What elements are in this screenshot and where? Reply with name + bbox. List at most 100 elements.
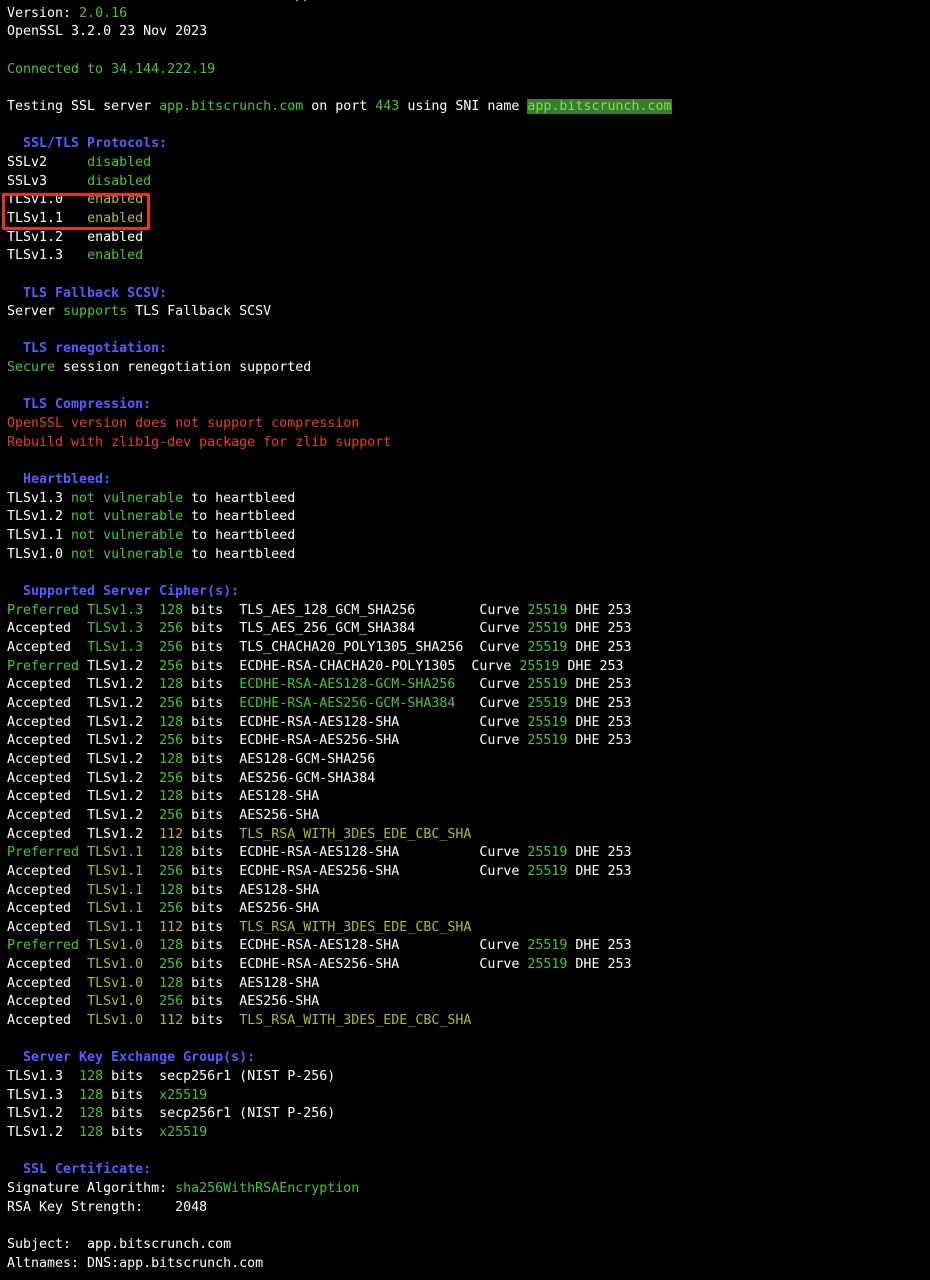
terminal-text: DHE 253 [567, 695, 632, 711]
terminal-text: bits TLS_CHACHA20_POLY1305_SHA256 Curve [183, 639, 528, 655]
terminal-text: disabled [87, 154, 152, 170]
terminal-text: TLSv1.3 [7, 490, 72, 506]
terminal-text: Accepted [7, 901, 88, 917]
terminal-text: 112 [159, 826, 184, 842]
terminal-text: TLSv1.3 [7, 248, 88, 264]
section-heading: TLS Fallback SCSV: [7, 285, 168, 301]
terminal-text: Accepted [7, 863, 88, 879]
terminal-line: TLSv1.3 enabled [7, 247, 927, 266]
terminal-text: to heartbleed [183, 546, 296, 562]
terminal-line: TLS Fallback SCSV: [7, 285, 927, 304]
terminal-text: Accepted [7, 957, 88, 973]
terminal-text: 25519 [527, 845, 568, 861]
terminal-text: TLSv1.2 [7, 509, 72, 525]
terminal-line: Accepted TLSv1.2 256 bits AES256-GCM-SHA… [7, 770, 927, 789]
terminal-line: Connected to 34.144.222.19 [7, 61, 927, 80]
terminal-line: TLSv1.1 not vulnerable to heartbleed [7, 527, 927, 546]
terminal-text: bits [183, 919, 240, 935]
terminal-line: Accepted TLSv1.2 128 bits ECDHE-RSA-AES1… [7, 676, 927, 695]
terminal-text: bits AES128-SHA [183, 789, 320, 805]
section-heading: Supported Server Cipher(s): [7, 584, 240, 599]
terminal-text: ECDHE-RSA-AES256-GCM-SHA384 [239, 695, 456, 711]
terminal-text: TLSv1.1 [87, 901, 144, 917]
terminal-line: Accepted TLSv1.2 256 bits ECDHE-RSA-AES2… [7, 732, 927, 751]
terminal-line: TLSv1.2 128 bits x25519 [7, 1124, 927, 1143]
terminal-line: OpenSSL version does not support compres… [7, 415, 927, 434]
terminal-text: 128 [159, 789, 184, 805]
section-heading: TLS renegotiation: [7, 341, 168, 357]
terminal-text: not vulnerable [71, 509, 184, 525]
terminal-text: Accepted [7, 882, 88, 898]
terminal-text: 25519 [527, 863, 568, 879]
terminal-text: TLSv1.2 [87, 695, 144, 711]
terminal-line: Preferred TLSv1.0 128 bits ECDHE-RSA-AES… [7, 937, 927, 956]
terminal-text: TLSv1.3 [87, 602, 144, 618]
terminal-text: bits secp256r1 (NIST P-256) [103, 1106, 336, 1122]
terminal-text: Curve [455, 677, 528, 693]
terminal-text: Secure [7, 360, 56, 376]
terminal-line: TLSv1.2 128 bits secp256r1 (NIST P-256) [7, 1105, 927, 1124]
terminal-text: Preferred [7, 602, 88, 618]
terminal-text: TLSv1.0 [7, 192, 88, 208]
terminal-text: Connected to 34.144.222.19 [7, 61, 216, 77]
terminal-text: Version: [7, 5, 80, 21]
terminal-text: TLSv1.3 [7, 1087, 80, 1103]
terminal-text: bits TLS_AES_256_GCM_SHA384 Curve [183, 621, 528, 637]
terminal-text: to heartbleed [183, 509, 296, 525]
terminal-text: 256 [159, 733, 184, 749]
section-heading: Heartbleed: [7, 472, 112, 488]
terminal-line: TLSv1.0 not vulnerable to heartbleed [7, 546, 927, 565]
terminal-text: DHE 253 [567, 621, 632, 637]
terminal-text: bits ECDHE-RSA-AES128-SHA Curve [183, 845, 528, 861]
terminal-text: 25519 [527, 677, 568, 693]
terminal-text: TLSv1.2 [87, 826, 144, 842]
terminal-text: Accepted [7, 621, 88, 637]
terminal-line: TLSv1.3 128 bits secp256r1 (NIST P-256) [7, 1068, 927, 1087]
terminal-line: Preferred TLSv1.1 128 bits ECDHE-RSA-AES… [7, 844, 927, 863]
terminal-text: TLSv1.2 [87, 714, 144, 730]
terminal-text: bits ECDHE-RSA-CHACHA20-POLY1305 Curve [183, 658, 520, 674]
terminal-text: 256 [159, 658, 184, 674]
section-heading: SSL Certificate: [7, 1162, 152, 1178]
terminal-line: SSL/TLS Protocols: [7, 135, 927, 154]
terminal-line: SSLv3 disabled [7, 173, 927, 192]
terminal-text: TLSv1.2 [7, 229, 88, 245]
terminal-text: TLSv1.2 [87, 789, 144, 805]
terminal-line: Accepted TLSv1.0 128 bits AES128-SHA [7, 975, 927, 994]
terminal-text: bits [103, 1125, 160, 1141]
terminal-output[interactable]: /Users/thatsshahid@... ~ % sslscan app.b… [7, 0, 927, 1273]
terminal-text: disabled [87, 173, 152, 189]
terminal-line: TLSv1.0 enabled [7, 191, 927, 210]
terminal-text: 128 [159, 882, 184, 898]
terminal-text: 128 [159, 938, 184, 954]
terminal-text: TLS_RSA_WITH_3DES_EDE_CBC_SHA [239, 919, 472, 935]
terminal-text: 256 [159, 994, 184, 1010]
terminal-text: Server [7, 304, 64, 320]
terminal-text: TLSv1.2 [87, 751, 144, 767]
terminal-line: Rebuild with zlib1g-dev package for zlib… [7, 434, 927, 453]
terminal-text: enabled [87, 248, 144, 264]
terminal-text: DHE 253 [567, 938, 632, 954]
terminal-line: TLSv1.3 128 bits x25519 [7, 1087, 927, 1106]
terminal-text: sha256WithRSAEncryption [175, 1181, 360, 1196]
